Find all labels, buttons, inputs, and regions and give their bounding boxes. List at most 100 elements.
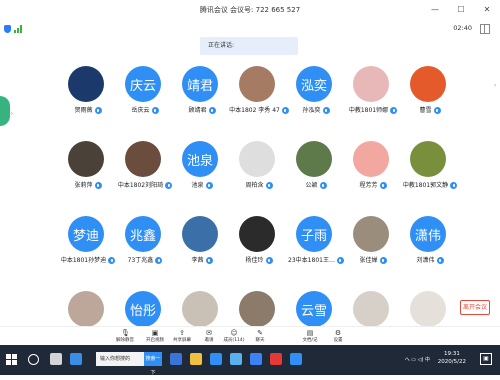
participant-avatar: 泓奕 bbox=[296, 66, 332, 102]
participant-avatar bbox=[410, 141, 446, 177]
participant-tile[interactable]: 公颖 bbox=[288, 141, 344, 203]
app-icon[interactable] bbox=[250, 353, 262, 365]
participant-name-text: 程芳芳 bbox=[359, 182, 378, 189]
taskbar-clock[interactable]: 19:31 2020/5/22 bbox=[438, 350, 466, 366]
mic-icon bbox=[94, 107, 102, 114]
participant-avatar bbox=[125, 141, 161, 177]
cortana-icon[interactable] bbox=[28, 354, 39, 365]
participant-tile[interactable]: 池泉 池泉 bbox=[174, 141, 230, 203]
participant-tile[interactable]: 庆云 岳庆云 bbox=[117, 66, 173, 128]
toolbar-label: 邀请 bbox=[204, 338, 214, 343]
participant-tile[interactable]: 泓奕 孙泓奕 bbox=[288, 66, 344, 128]
participant-name-text: 孙泓奕 bbox=[302, 107, 321, 114]
participant-avatar bbox=[239, 291, 275, 327]
participant-tile[interactable]: 兆鑫 73丁兆鑫 bbox=[117, 216, 173, 278]
toolbar-label: 共享屏幕 bbox=[173, 338, 191, 343]
meeting-toolbar: 🎙 解除静音 ▣ 开启视频 ⇪ 共享屏幕 ✉ 邀请 ☺ 成员(114) ✎ 聊天 ▤ 文档/记 ⚙ 设置 bbox=[0, 326, 500, 346]
participant-name: 刘潇伟 bbox=[394, 255, 466, 264]
mic-icon bbox=[265, 257, 273, 264]
participant-tile[interactable]: 靖君 顾靖君 bbox=[174, 66, 230, 128]
participant-name-text: 中教1801郭文静 bbox=[402, 182, 449, 189]
participant-tile[interactable]: 周柏含 bbox=[231, 141, 287, 203]
participant-tile[interactable]: 张莉萍 bbox=[60, 141, 116, 203]
participant-name-text: 顾靖君 bbox=[188, 107, 207, 114]
leave-meeting-button[interactable]: 离开会议 bbox=[460, 300, 490, 315]
participant-name-text: 中教1801师娜 bbox=[348, 107, 389, 114]
participant-avatar bbox=[353, 66, 389, 102]
participant-tile[interactable]: 李茜 bbox=[174, 216, 230, 278]
participant-name-text: 中本1802刘阳琦 bbox=[117, 182, 164, 189]
participant-avatar bbox=[182, 216, 218, 252]
participant-avatar bbox=[410, 291, 446, 327]
clock-time: 19:31 bbox=[443, 351, 460, 357]
side-panel-handle[interactable] bbox=[0, 96, 10, 126]
participant-name-text: 岳庆云 bbox=[131, 107, 150, 114]
window-title: 腾讯会议 会议号: 722 665 527 bbox=[199, 6, 301, 14]
mic-icon bbox=[94, 182, 102, 189]
windows-start-icon[interactable] bbox=[6, 354, 18, 366]
minimize-button[interactable]: — bbox=[428, 3, 442, 17]
tencent-meeting-icon[interactable] bbox=[290, 353, 302, 365]
notification-center-icon[interactable]: ▣ bbox=[480, 353, 492, 365]
meeting-status-bar: 02:40 bbox=[0, 22, 500, 36]
mail-icon[interactable] bbox=[230, 353, 242, 365]
scroll-arrow-icon[interactable]: › bbox=[494, 82, 498, 90]
mic-icon bbox=[319, 182, 327, 189]
maximize-button[interactable]: ☐ bbox=[454, 3, 468, 17]
security-shield-icon[interactable] bbox=[4, 25, 11, 33]
participant-tile[interactable]: 程芳芳 bbox=[345, 141, 401, 203]
close-button[interactable]: ✕ bbox=[480, 3, 494, 17]
toolbar-label: 成员(114) bbox=[223, 338, 245, 343]
participant-avatar bbox=[353, 291, 389, 327]
task-view-icon[interactable] bbox=[50, 353, 62, 365]
participant-avatar bbox=[353, 141, 389, 177]
toolbar-label: 解除静音 bbox=[116, 338, 134, 343]
signal-strength-icon[interactable] bbox=[14, 25, 22, 33]
share-screen-icon: ⇪ bbox=[179, 329, 185, 337]
participant-avatar: 庆云 bbox=[125, 66, 161, 102]
participant-tile[interactable]: 中教1801郭文静 bbox=[402, 141, 458, 203]
participant-name-text: 张莉萍 bbox=[74, 182, 93, 189]
participant-name-text: 曹雪 bbox=[419, 107, 432, 114]
participant-avatar: 梦迪 bbox=[68, 216, 104, 252]
participant-avatar: 靖君 bbox=[182, 66, 218, 102]
mic-icon bbox=[205, 182, 213, 189]
system-tray[interactable]: へ ▭ ◁) 中 bbox=[405, 356, 430, 363]
participant-name-text: 池泉 bbox=[191, 182, 204, 189]
members-icon: ☺ bbox=[230, 329, 238, 337]
participant-tile[interactable]: 潇伟 刘潇伟 bbox=[402, 216, 458, 278]
participant-name-text: 贺雨薇 bbox=[74, 107, 93, 114]
participant-tile[interactable]: 贺雨薇 bbox=[60, 66, 116, 128]
toolbar-label: 文档/记 bbox=[302, 338, 318, 343]
participant-avatar bbox=[239, 66, 275, 102]
participant-name-text: 杨佳玲 bbox=[245, 257, 264, 264]
taskbar-search-input[interactable]: 输入你想搜的 bbox=[96, 352, 144, 366]
participant-name-text: 张佳婵 bbox=[359, 257, 378, 264]
participant-tile[interactable]: 张佳婵 bbox=[345, 216, 401, 278]
participant-tile[interactable]: 中教1801师娜 bbox=[345, 66, 401, 128]
gallery-view-icon[interactable] bbox=[480, 24, 490, 34]
participant-tile[interactable]: 曹雪 bbox=[402, 66, 458, 128]
mic-icon bbox=[151, 107, 159, 114]
participant-avatar bbox=[410, 66, 446, 102]
store-icon[interactable] bbox=[210, 353, 222, 365]
participant-avatar bbox=[68, 66, 104, 102]
participant-tile[interactable]: 梦迪 中本1801孙梦迪 bbox=[60, 216, 116, 278]
app-red-icon[interactable] bbox=[270, 353, 282, 365]
participant-avatar: 潇伟 bbox=[410, 216, 446, 252]
mic-icon bbox=[265, 182, 273, 189]
participant-tile[interactable]: 中本1802刘阳琦 bbox=[117, 141, 173, 203]
ie-icon[interactable] bbox=[170, 353, 182, 365]
mic-icon bbox=[322, 107, 330, 114]
browser-icon[interactable] bbox=[70, 353, 82, 365]
participant-name-text: 73丁兆鑫 bbox=[127, 257, 154, 264]
collapse-arrow-icon[interactable]: › bbox=[11, 111, 13, 117]
toolbar-label: 设置 bbox=[333, 338, 343, 343]
participant-name-text: 李茜 bbox=[191, 257, 204, 264]
participant-tile[interactable]: 子雨 23中本1801王… bbox=[288, 216, 344, 278]
taskbar-search-button[interactable]: 搜索一下 bbox=[144, 352, 162, 376]
participant-avatar: 子雨 bbox=[296, 216, 332, 252]
file-explorer-icon[interactable] bbox=[190, 353, 202, 365]
participant-tile[interactable]: 中本1802 李秀 47 bbox=[229, 66, 289, 128]
participant-tile[interactable]: 杨佳玲 bbox=[231, 216, 287, 278]
